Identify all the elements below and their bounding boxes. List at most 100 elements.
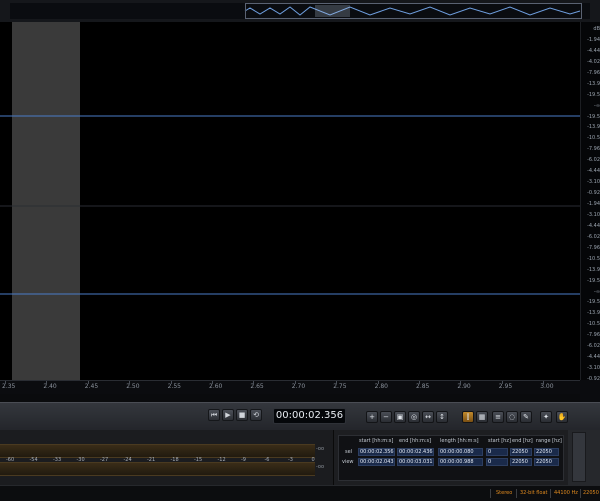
sel-length-field[interactable]: 00:00:00.080	[438, 448, 483, 456]
sel-frange-field[interactable]: 22050	[534, 448, 559, 456]
side-panel	[568, 430, 600, 485]
time-tick-label: 2.75	[333, 383, 347, 390]
ruler-corner	[580, 380, 600, 402]
zoom-out-button[interactable]: −	[380, 411, 392, 423]
toolbar: ⏮ ▶ ■ ⟲ 00:00:02.356 + − ▣ ◎ ↔ ↕ ⫿ ▦ ≡ ◌…	[0, 402, 600, 432]
db-tick-label: -6.02	[587, 233, 600, 240]
brush-icon: ✎	[523, 413, 529, 421]
meter-bar-left	[0, 444, 315, 458]
stop-icon: ■	[238, 411, 246, 419]
waveform-display[interactable]	[0, 22, 580, 380]
row-label-view: view	[342, 459, 354, 465]
brush-button[interactable]: ✎	[520, 411, 532, 423]
time-tick-label: 2.80	[374, 383, 388, 390]
header-length-time: length [hh:m:s]	[440, 438, 479, 444]
db-tick-label: -10.5	[587, 255, 600, 262]
play-button[interactable]: ▶	[222, 409, 234, 421]
view-length-field[interactable]: 00:00:00.988	[438, 458, 483, 466]
horizontal-scrollbar[interactable]	[0, 394, 580, 402]
db-tick-label: -10.5	[587, 135, 600, 142]
status-extra: 22050	[583, 490, 599, 496]
status-divider	[580, 489, 581, 498]
time-tick-label: 2.40	[43, 383, 57, 390]
db-tick-label: -4.02	[587, 58, 600, 65]
hand-button[interactable]: ✋	[556, 411, 568, 423]
zoom-selection-button[interactable]: ▣	[394, 411, 406, 423]
time-tick-label: 2.65	[250, 383, 264, 390]
lasso-button[interactable]: ◌	[506, 411, 518, 423]
db-scale: dB -1.94 -4.44 -4.02 -7.96 -13.9 -19.5 -∞ -19.5 -…	[580, 22, 600, 382]
zoom-in-button[interactable]: +	[366, 411, 378, 423]
zoom-horizontal-button[interactable]: ↔	[422, 411, 434, 423]
magic-wand-button[interactable]: ✦	[540, 411, 552, 423]
view-fstart-field[interactable]: 0	[486, 458, 508, 466]
view-fend-field[interactable]: 22050	[510, 458, 532, 466]
status-divider	[516, 489, 517, 498]
db-tick-label: -7.96	[587, 69, 600, 76]
overview-view-window[interactable]	[245, 3, 582, 19]
lasso-icon: ◌	[508, 413, 516, 421]
db-tick-label: -13.9	[587, 124, 600, 131]
db-tick-label: -1.94	[587, 36, 600, 43]
zoom-fit-button[interactable]: ◎	[408, 411, 420, 423]
view-start-field[interactable]: 00:00:02.043	[358, 458, 395, 466]
rewind-icon: ⏮	[210, 411, 218, 419]
time-selection-icon: ▦	[478, 413, 486, 421]
db-tick-label: -∞	[594, 102, 600, 109]
zoom-vertical-icon: ↕	[439, 413, 445, 421]
time-tick-label: 3.00	[540, 383, 554, 390]
status-sample-rate: 44100 Hz	[554, 490, 578, 496]
time-tick-label: 2.95	[498, 383, 513, 390]
frequency-selection-icon: ≡	[495, 413, 501, 421]
zoom-fit-icon: ◎	[410, 413, 418, 421]
db-tick-label: -0.92	[587, 190, 600, 197]
db-tick-label: -10.5	[587, 321, 600, 328]
waveform-channel-left	[0, 48, 580, 182]
time-tick-label: 2.50	[126, 383, 140, 390]
sel-end-field[interactable]: 00:00:02.436	[397, 448, 434, 456]
stop-button[interactable]: ■	[236, 409, 248, 421]
time-tick-label: 2.70	[291, 383, 306, 390]
status-bit-depth: 32-bit float	[520, 490, 548, 496]
db-tick-label: -19.5	[587, 113, 600, 120]
level-meter: -60 -54 -33 -30 -27 -24 -21 -18 -15 -12 -9 -6 -3 0 -o…	[0, 430, 334, 485]
zoom-out-icon: −	[383, 413, 389, 421]
header-start-time: start [hh:m:s]	[359, 438, 394, 444]
db-tick-label: -7.96	[587, 146, 600, 153]
zoom-vertical-button[interactable]: ↕	[436, 411, 448, 423]
play-icon: ▶	[225, 411, 231, 419]
selection-table: start [hh:m:s] end [hh:m:s] length [hh:m…	[338, 435, 564, 481]
side-scrollbar[interactable]	[572, 432, 586, 482]
waveform-canvas[interactable]	[0, 22, 580, 380]
header-end-time: end [hh:m:s]	[399, 438, 432, 444]
header-range-hz: range [hz]	[536, 438, 562, 444]
view-end-field[interactable]: 00:00:03.031	[397, 458, 434, 466]
view-frange-field[interactable]: 22050	[534, 458, 559, 466]
selection-panel: start [hh:m:s] end [hh:m:s] length [hh:m…	[334, 430, 568, 485]
sel-fend-field[interactable]: 22050	[510, 448, 532, 456]
status-divider	[490, 489, 491, 498]
loop-button[interactable]: ⟲	[250, 409, 262, 421]
meter-bar-right	[0, 462, 315, 476]
meter-peak-right: -oo	[316, 464, 325, 470]
time-tick-label: 2.35	[2, 383, 16, 390]
sel-start-field[interactable]: 00:00:02.356	[358, 448, 395, 456]
db-tick-label: -3.10	[587, 211, 600, 218]
db-tick-label: -4.44	[587, 222, 600, 229]
db-tick-label: -19.5	[587, 91, 600, 98]
selection-tool-icon: ⫿	[466, 413, 470, 421]
sel-fstart-field[interactable]: 0	[486, 448, 508, 456]
time-tick-label: 2.45	[84, 383, 99, 390]
selection-tool-button[interactable]: ⫿	[462, 411, 474, 423]
hand-icon: ✋	[557, 413, 567, 421]
waveform-channel-right	[0, 226, 580, 360]
db-tick-label: -7.96	[587, 332, 600, 339]
rewind-button[interactable]: ⏮	[208, 409, 220, 421]
db-tick-label: -4.44	[587, 354, 600, 361]
loop-icon: ⟲	[253, 411, 259, 419]
time-ruler[interactable]: 2.35 2.40 2.45 2.50 2.55 2.60 2.65 2.70 2.75 2.80…	[0, 380, 580, 395]
overview-bar[interactable]	[0, 0, 600, 23]
zoom-in-icon: +	[369, 413, 375, 421]
frequency-selection-button[interactable]: ≡	[492, 411, 504, 423]
time-selection-button[interactable]: ▦	[476, 411, 488, 423]
